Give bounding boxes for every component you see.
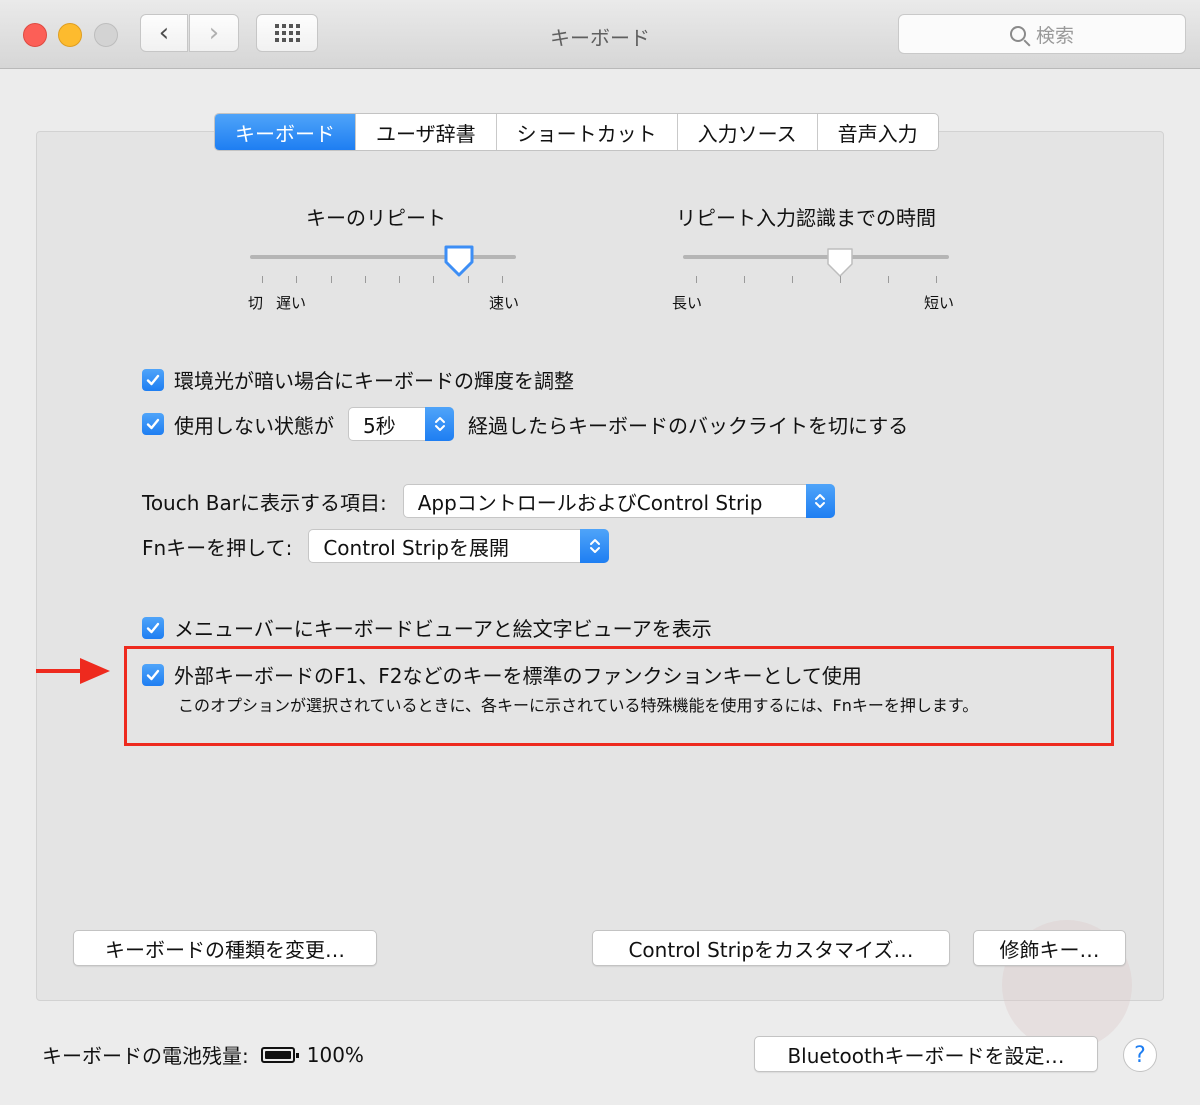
adjust-brightness-label: 環境光が暗い場合にキーボードの輝度を調整	[174, 369, 574, 393]
key-repeat-slider-thumb[interactable]	[443, 244, 475, 278]
key-repeat-off-label: 切	[248, 294, 264, 312]
function-keys-description: このオプションが選択されているときに、各キーに示されている特殊機能を使用するには…	[178, 696, 979, 715]
touch-bar-label: Touch Barに表示する項目:	[142, 490, 387, 515]
key-repeat-slow-label: 遅い	[276, 294, 307, 312]
key-repeat-tick	[399, 276, 400, 283]
tab-shortcuts[interactable]: ショートカット	[497, 114, 678, 150]
tab-bar: キーボード ユーザ辞書 ショートカット 入力ソース 音声入力	[214, 113, 939, 151]
backlight-timeout-value: 5秒	[363, 413, 396, 438]
fn-key-row: Fnキーを押して: Control Stripを展開	[142, 529, 610, 563]
battery-value: 100%	[306, 1042, 364, 1067]
delay-slider-track[interactable]	[683, 255, 949, 259]
help-button[interactable]: ?	[1123, 1038, 1157, 1072]
battery-status: キーボードの電池残量: 100%	[42, 1040, 364, 1069]
updown-arrows-icon	[805, 484, 835, 518]
backlight-off-label-after: 経過したらキーボードのバックライトを切にする	[468, 413, 909, 438]
viewer-option[interactable]: メニューバーにキーボードビューアと絵文字ビューアを表示	[142, 613, 712, 642]
key-repeat-fast-label: 速い	[489, 294, 520, 312]
title-bar: ‹ › キーボード 検索	[0, 0, 1200, 69]
delay-tick	[792, 276, 793, 283]
backlight-off-checkbox[interactable]	[142, 413, 164, 435]
delay-short-label: 短い	[924, 294, 955, 312]
change-keyboard-type-button[interactable]: キーボードの種類を変更…	[73, 930, 377, 966]
updown-arrows-icon	[580, 529, 610, 563]
touch-bar-row: Touch Barに表示する項目: AppコントロールおよびControl St…	[142, 484, 835, 518]
updown-arrows-icon	[425, 407, 454, 441]
backlight-off-option: 使用しない状態が 5秒 経過したらキーボードのバックライトを切にする	[142, 407, 908, 441]
tab-dictation[interactable]: 音声入力	[818, 114, 938, 150]
delay-slider-thumb[interactable]	[824, 246, 856, 280]
delay-long-label: 長い	[672, 294, 703, 312]
touch-bar-value: AppコントロールおよびControl Strip	[417, 490, 763, 515]
function-keys-label: 外部キーボードのF1、F2などのキーを標準のファンクションキーとして使用	[174, 664, 862, 688]
search-placeholder: 検索	[1035, 24, 1074, 47]
adjust-brightness-checkbox[interactable]	[142, 368, 164, 391]
search-field[interactable]: 検索	[898, 14, 1186, 54]
delay-tick	[888, 276, 889, 283]
battery-label: キーボードの電池残量:	[42, 1044, 249, 1068]
key-repeat-tick	[296, 276, 297, 283]
key-repeat-slider-track[interactable]	[250, 255, 516, 259]
tab-keyboard[interactable]: キーボード	[215, 114, 356, 150]
tab-input-sources[interactable]: 入力ソース	[678, 114, 818, 150]
checkmark-icon	[146, 374, 160, 385]
delay-tick	[696, 276, 697, 283]
fn-key-value: Control Stripを展開	[323, 535, 509, 560]
fn-key-label: Fnキーを押して:	[142, 535, 293, 560]
modifier-keys-button[interactable]: 修飾キー…	[973, 930, 1126, 966]
checkmark-icon	[146, 418, 160, 430]
key-repeat-tick	[468, 276, 469, 283]
function-keys-checkbox[interactable]	[142, 663, 164, 686]
fn-key-popup[interactable]: Control Stripを展開	[308, 529, 610, 563]
key-repeat-tick	[433, 276, 434, 283]
viewer-checkbox[interactable]	[142, 616, 164, 639]
key-repeat-tick	[331, 276, 332, 283]
search-icon	[1009, 26, 1026, 42]
viewer-label: メニューバーにキーボードビューアと絵文字ビューアを表示	[174, 617, 712, 641]
delay-tick	[936, 276, 937, 283]
delay-tick	[840, 276, 841, 283]
backlight-off-label-before: 使用しない状態が	[174, 413, 334, 438]
delay-tick	[744, 276, 745, 283]
checkmark-icon	[146, 669, 160, 680]
key-repeat-tick	[262, 276, 263, 283]
key-repeat-tick	[502, 276, 503, 283]
delay-until-repeat-title: リピート入力認識までの時間	[676, 206, 936, 230]
content-panel	[36, 131, 1164, 1001]
key-repeat-tick	[365, 276, 366, 283]
bluetooth-setup-button[interactable]: Bluetoothキーボードを設定…	[754, 1036, 1098, 1072]
annotation-arrow-icon	[36, 658, 110, 684]
customize-control-strip-button[interactable]: Control Stripをカスタマイズ…	[592, 930, 950, 966]
checkmark-icon	[146, 622, 160, 633]
function-keys-option[interactable]: 外部キーボードのF1、F2などのキーを標準のファンクションキーとして使用	[142, 660, 862, 689]
battery-icon	[260, 1046, 299, 1063]
touch-bar-popup[interactable]: AppコントロールおよびControl Strip	[402, 484, 835, 518]
key-repeat-title: キーのリピート	[306, 206, 446, 230]
tab-user-dictionary[interactable]: ユーザ辞書	[356, 114, 497, 150]
adjust-brightness-option[interactable]: 環境光が暗い場合にキーボードの輝度を調整	[142, 365, 574, 394]
backlight-timeout-popup[interactable]: 5秒	[348, 407, 454, 441]
